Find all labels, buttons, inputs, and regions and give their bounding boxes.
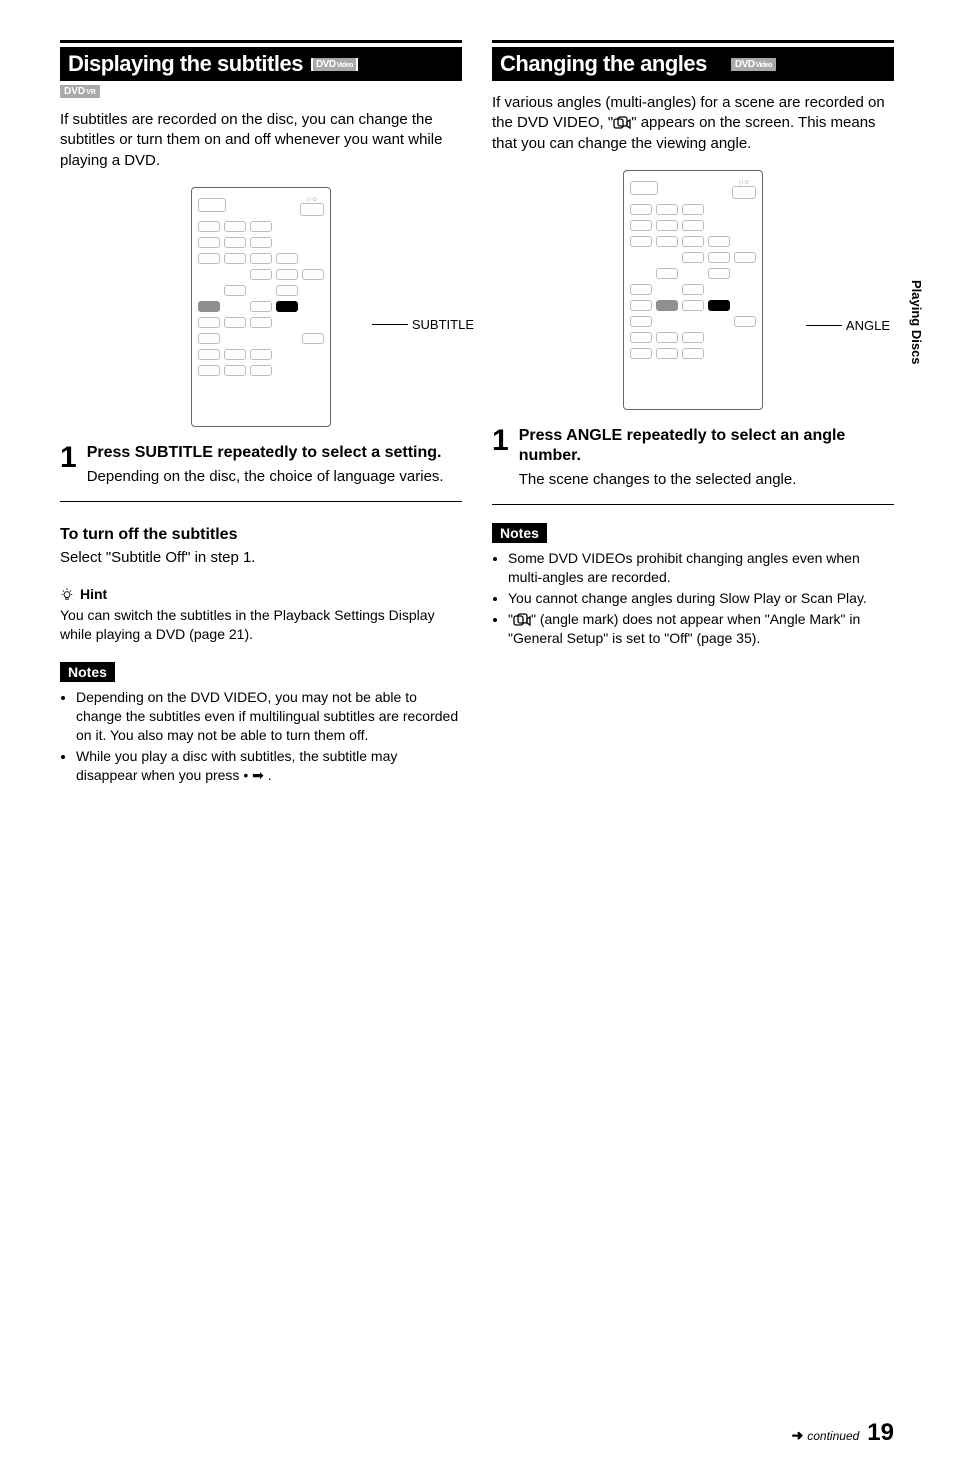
note-item: " " (angle mark) does not appear when "A…: [508, 610, 894, 648]
subtitle-callout: SUBTITLE: [372, 317, 474, 332]
remote-outline: | / ⏻: [623, 170, 763, 410]
section-title-text: Changing the angles: [500, 51, 707, 77]
notes-list-left: Depending on the DVD VIDEO, you may not …: [60, 688, 462, 784]
section-title-text: Displaying the subtitles: [68, 51, 303, 77]
subheading-turn-off: To turn off the subtitles: [60, 526, 462, 544]
dvd-video-tag: DVDVideo: [312, 59, 357, 70]
step-1-left: 1 Press SUBTITLE repeatedly to select a …: [60, 443, 462, 487]
step-1-right: 1 Press ANGLE repeatedly to select an an…: [492, 426, 894, 490]
page-number: 19: [867, 1419, 894, 1447]
step-title: Press ANGLE repeatedly to select an angl…: [519, 426, 894, 466]
sidebar-section-label: Playing Discs: [909, 280, 924, 365]
angle-mark-icon: [613, 114, 631, 133]
angle-callout: ANGLE: [806, 318, 890, 333]
hint-row: Hint: [60, 586, 462, 602]
step-separator: [60, 501, 462, 502]
note-item: Some DVD VIDEOs prohibit changing angles…: [508, 549, 894, 587]
step-number: 1: [492, 426, 509, 456]
angle-button: [656, 300, 678, 311]
section-title-angles: Changing the angles DVDVideo: [492, 47, 894, 81]
intro-paragraph: If subtitles are recorded on the disc, y…: [60, 110, 462, 171]
section-title-subtitles: Displaying the subtitles DVDVideo: [60, 47, 462, 81]
section-divider: [492, 40, 894, 43]
notes-badge-left: Notes: [60, 662, 115, 682]
left-column: Displaying the subtitles DVDVideo DVDVR …: [60, 40, 462, 786]
hint-label: Hint: [80, 586, 107, 602]
dvd-vr-tag: DVDVR: [60, 85, 100, 98]
note-item: You cannot change angles during Slow Pla…: [508, 589, 894, 608]
dvd-video-tag: DVDVideo: [731, 58, 776, 71]
note-item: While you play a disc with subtitles, th…: [76, 747, 462, 785]
bulb-icon: [60, 587, 74, 601]
step-body: Depending on the disc, the choice of lan…: [87, 467, 444, 487]
step-title: Press SUBTITLE repeatedly to select a se…: [87, 443, 444, 463]
remote-diagram-angle: | / ⏻ ANGLE: [492, 170, 894, 410]
continued-arrow-icon: ➜: [792, 1427, 804, 1444]
subheading-body: Select "Subtitle Off" in step 1.: [60, 548, 462, 568]
right-column: Changing the angles DVDVideo If various …: [492, 40, 894, 786]
remote-outline: | / ⏻: [191, 187, 331, 427]
second-tag-row: DVDVR: [60, 85, 462, 98]
step-number: 1: [60, 443, 77, 473]
angle-mark-icon: [513, 611, 531, 630]
hint-body: You can switch the subtitles in the Play…: [60, 606, 462, 644]
step-separator: [492, 504, 894, 505]
intro-paragraph-angles: If various angles (multi-angles) for a s…: [492, 93, 894, 154]
remote-diagram-subtitle: | / ⏻ SUBTITLE: [60, 187, 462, 427]
continued-text: continued: [807, 1429, 859, 1443]
subtitle-button: [198, 301, 220, 312]
section-divider: [60, 40, 462, 43]
note-item: Depending on the DVD VIDEO, you may not …: [76, 688, 462, 745]
step-body: The scene changes to the selected angle.: [519, 470, 894, 490]
footer: ➜ continued 19: [792, 1419, 894, 1447]
notes-list-right: Some DVD VIDEOs prohibit changing angles…: [492, 549, 894, 647]
notes-badge-right: Notes: [492, 523, 547, 543]
